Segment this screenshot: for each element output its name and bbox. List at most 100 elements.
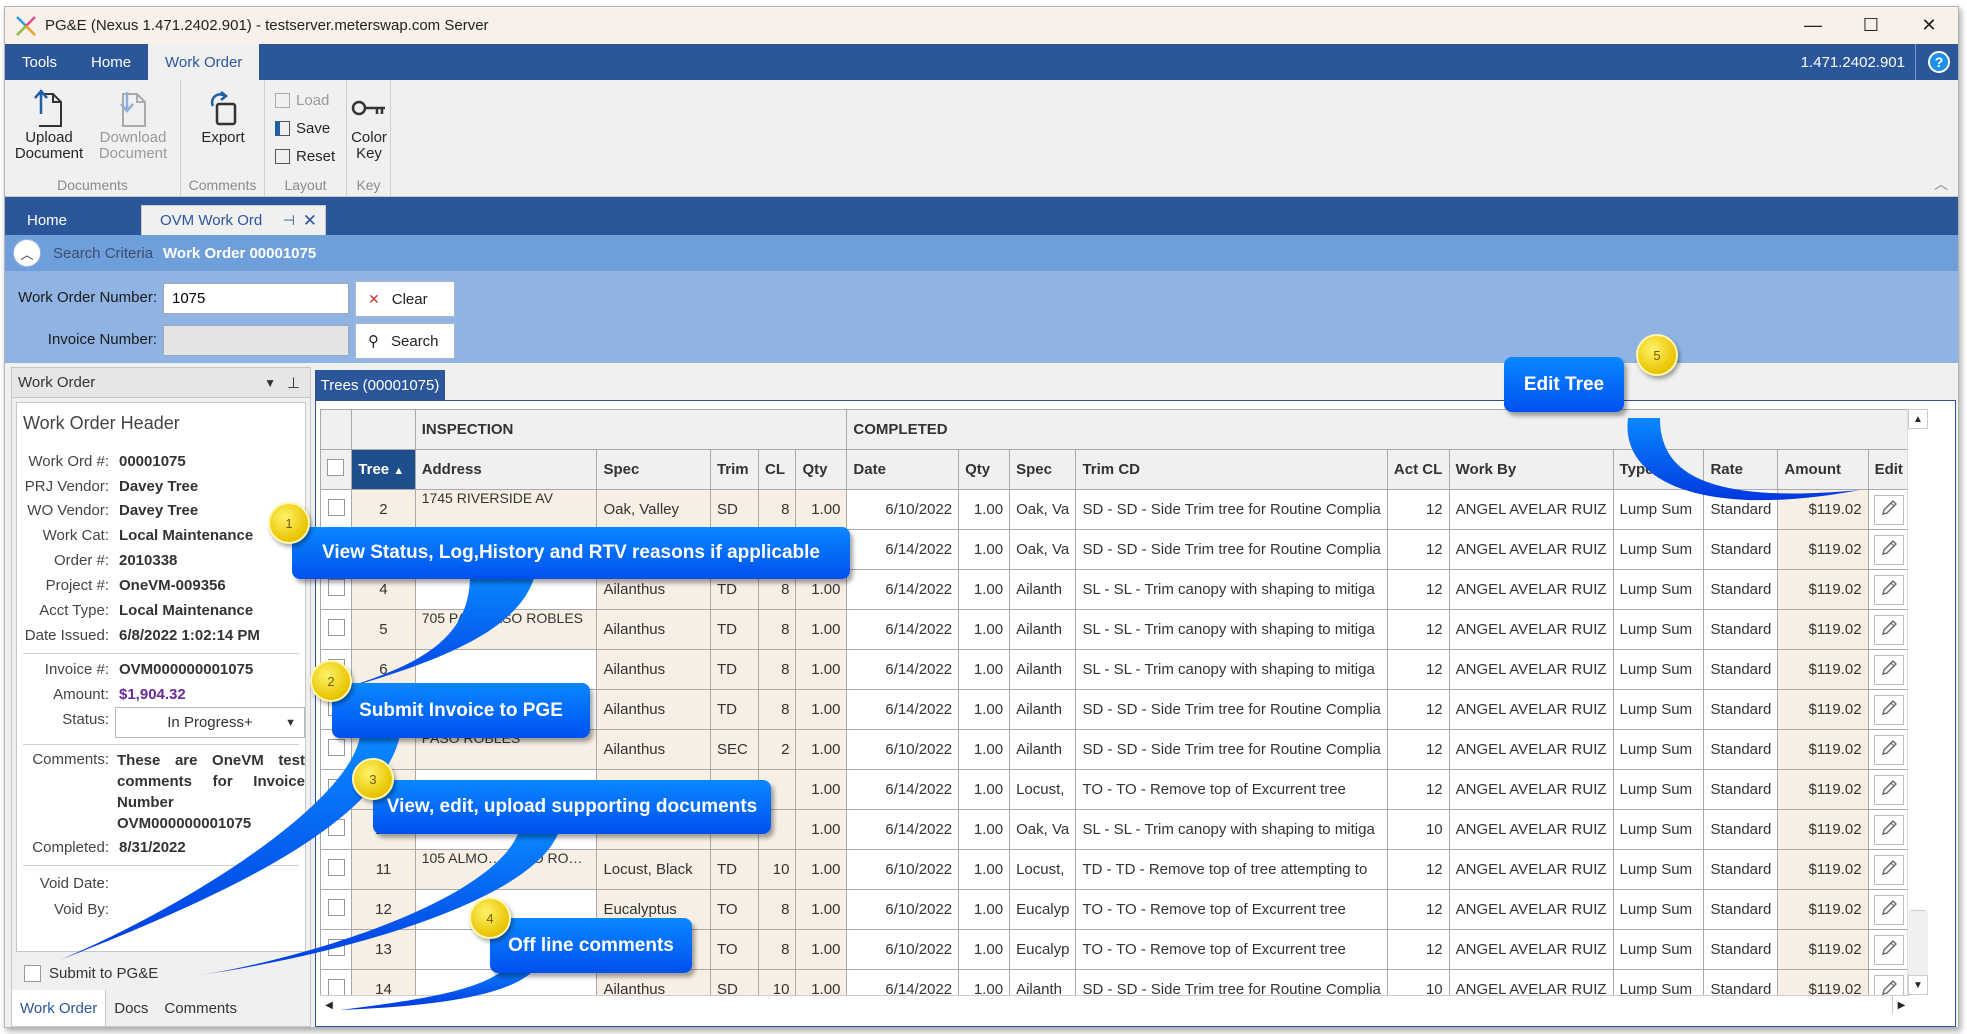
row-select-cell[interactable] xyxy=(320,809,353,850)
edit-tree-button[interactable] xyxy=(1873,574,1904,605)
edit-tree-button[interactable] xyxy=(1873,694,1904,725)
scroll-track[interactable] xyxy=(1908,911,1928,975)
export-button[interactable]: Export xyxy=(189,86,257,146)
doc-tab-home[interactable]: Home xyxy=(27,205,67,235)
row-select-cell[interactable] xyxy=(320,849,353,890)
ribbon-tab-work-order[interactable]: Work Order xyxy=(148,44,260,80)
scroll-thumb[interactable] xyxy=(1910,431,1926,911)
minimize-button[interactable]: — xyxy=(1784,7,1842,44)
cell-inspection-qty: 1.00 xyxy=(795,729,848,770)
scroll-left-icon[interactable]: ◀ xyxy=(320,996,338,1014)
edit-tree-button[interactable] xyxy=(1873,654,1904,685)
panel-tab-work-order[interactable]: Work Order xyxy=(12,990,107,1026)
edit-tree-button[interactable] xyxy=(1873,974,1904,995)
work-order-number-input[interactable] xyxy=(163,283,349,314)
row-checkbox[interactable] xyxy=(327,899,345,916)
row-select-cell[interactable] xyxy=(320,929,353,970)
row-select-cell[interactable] xyxy=(320,489,353,530)
reset-layout-button[interactable]: Reset xyxy=(275,148,335,165)
panel-dropdown-icon[interactable]: ▼ xyxy=(264,376,276,390)
save-layout-button[interactable]: Save xyxy=(275,120,330,137)
cell-completed-qty: 1.00 xyxy=(958,929,1011,970)
field-value: 6/8/2022 1:02:14 PM xyxy=(119,627,260,644)
row-select-cell[interactable] xyxy=(320,609,353,650)
row-select-cell[interactable] xyxy=(320,969,353,995)
edit-tree-button[interactable] xyxy=(1873,934,1904,965)
row-checkbox[interactable] xyxy=(327,619,345,636)
search-button[interactable]: ⚲ Search xyxy=(355,323,455,359)
edit-tree-button[interactable] xyxy=(1873,494,1904,525)
scroll-right-icon[interactable]: ▶ xyxy=(1892,996,1910,1014)
column-header-cl[interactable]: CL xyxy=(758,449,797,490)
column-header-type[interactable]: Type xyxy=(1612,449,1705,490)
close-window-button[interactable]: ✕ xyxy=(1900,7,1958,44)
row-checkbox[interactable] xyxy=(327,979,345,995)
edit-tree-button[interactable] xyxy=(1873,894,1904,925)
trees-tab[interactable]: Trees (00001075) xyxy=(315,370,445,400)
cell-cl: 8 xyxy=(758,609,797,650)
column-header-completed-spec[interactable]: Spec xyxy=(1009,449,1077,490)
column-header-rate[interactable]: Rate xyxy=(1703,449,1779,490)
ribbon-tab-tools[interactable]: Tools xyxy=(5,44,74,80)
download-document-button[interactable]: Download Document xyxy=(95,86,171,162)
column-header-act-cl[interactable]: Act CL xyxy=(1386,449,1450,490)
select-all-checkbox[interactable] xyxy=(327,459,344,476)
pin-tab-icon[interactable]: ⊣ xyxy=(283,212,295,229)
panel-tab-comments[interactable]: Comments xyxy=(156,990,245,1026)
help-icon[interactable]: ? xyxy=(1928,51,1950,73)
row-checkbox[interactable] xyxy=(327,779,345,796)
row-select-cell[interactable] xyxy=(320,889,353,930)
table-row[interactable]: 11 105 ALMO… PASO RO… Locust, Black TD 10 1.0… xyxy=(320,849,1910,890)
row-select-cell[interactable] xyxy=(320,769,353,810)
select-all-header[interactable] xyxy=(320,449,353,490)
edit-tree-button[interactable] xyxy=(1873,734,1904,765)
status-dropdown[interactable]: In Progress+ ▼ xyxy=(115,707,305,738)
column-header-trim-cd[interactable]: Trim CD xyxy=(1075,449,1388,490)
edit-tree-button[interactable] xyxy=(1873,534,1904,565)
color-key-button[interactable]: Color Key xyxy=(347,86,391,162)
load-layout-button[interactable]: Load xyxy=(275,92,329,109)
cell-edit xyxy=(1867,889,1910,930)
doc-tab-ovm-work-order[interactable]: OVM Work Ord ⊣ ✕ xyxy=(141,205,326,235)
column-header-tree[interactable]: Tree ▲ xyxy=(351,449,416,490)
ribbon-tab-home[interactable]: Home xyxy=(74,44,148,80)
panel-tab-docs[interactable]: Docs xyxy=(106,990,156,1026)
table-row[interactable]: 2 1745 RIVERSIDE AV Oak, Valley SD 8 1.00 6/10… xyxy=(320,489,1910,530)
row-checkbox[interactable] xyxy=(327,739,345,756)
maximize-button[interactable]: ☐ xyxy=(1842,7,1900,44)
table-row[interactable]: 5 705 PA… PASO ROBLES Ailanthus TD 8 1.00 6/14… xyxy=(320,609,1910,650)
row-checkbox[interactable] xyxy=(327,579,345,596)
invoice-number-input[interactable] xyxy=(163,325,349,356)
column-header-date[interactable]: Date xyxy=(846,449,960,490)
row-checkbox[interactable] xyxy=(327,859,345,876)
clear-button[interactable]: ✕ Clear xyxy=(355,281,455,317)
vertical-scrollbar[interactable]: ▲ ▼ xyxy=(1907,409,1928,995)
submit-to-pge-checkbox-row[interactable]: Submit to PG&E xyxy=(24,965,158,982)
edit-tree-button[interactable] xyxy=(1873,614,1904,645)
row-checkbox[interactable] xyxy=(327,939,345,956)
table-row[interactable]: 14 Ailanthus SD 10 1.00 6/14/2022 1.00 Ailanth S… xyxy=(320,969,1910,995)
download-document-label: Download Document xyxy=(98,129,168,162)
column-header-trim[interactable]: Trim xyxy=(709,449,760,490)
pencil-icon xyxy=(1880,939,1898,961)
edit-tree-button[interactable] xyxy=(1873,854,1904,885)
column-header-qty[interactable]: Qty xyxy=(795,449,848,490)
close-tab-icon[interactable]: ✕ xyxy=(303,211,317,231)
scroll-down-icon[interactable]: ▼ xyxy=(1908,975,1928,995)
column-header-amount[interactable]: Amount xyxy=(1777,449,1869,490)
scroll-up-icon[interactable]: ▲ xyxy=(1908,409,1928,429)
row-checkbox[interactable] xyxy=(327,819,345,836)
row-checkbox[interactable] xyxy=(327,499,345,516)
edit-tree-button[interactable] xyxy=(1873,774,1904,805)
column-header-work-by[interactable]: Work By xyxy=(1448,449,1614,490)
collapse-ribbon-icon[interactable]: ︿ xyxy=(1934,174,1948,194)
upload-document-button[interactable]: Upload Document xyxy=(13,86,85,162)
horizontal-scrollbar[interactable]: ◀ ▶ xyxy=(320,995,1910,1014)
column-header-address[interactable]: Address xyxy=(414,449,598,490)
submit-to-pge-checkbox[interactable] xyxy=(24,965,41,982)
edit-tree-button[interactable] xyxy=(1873,814,1904,845)
column-header-completed-qty[interactable]: Qty xyxy=(958,449,1011,490)
collapse-search-button[interactable]: ︿ xyxy=(13,239,41,267)
column-header-spec[interactable]: Spec xyxy=(596,449,711,490)
panel-pin-icon[interactable]: ⊥ xyxy=(287,374,300,392)
